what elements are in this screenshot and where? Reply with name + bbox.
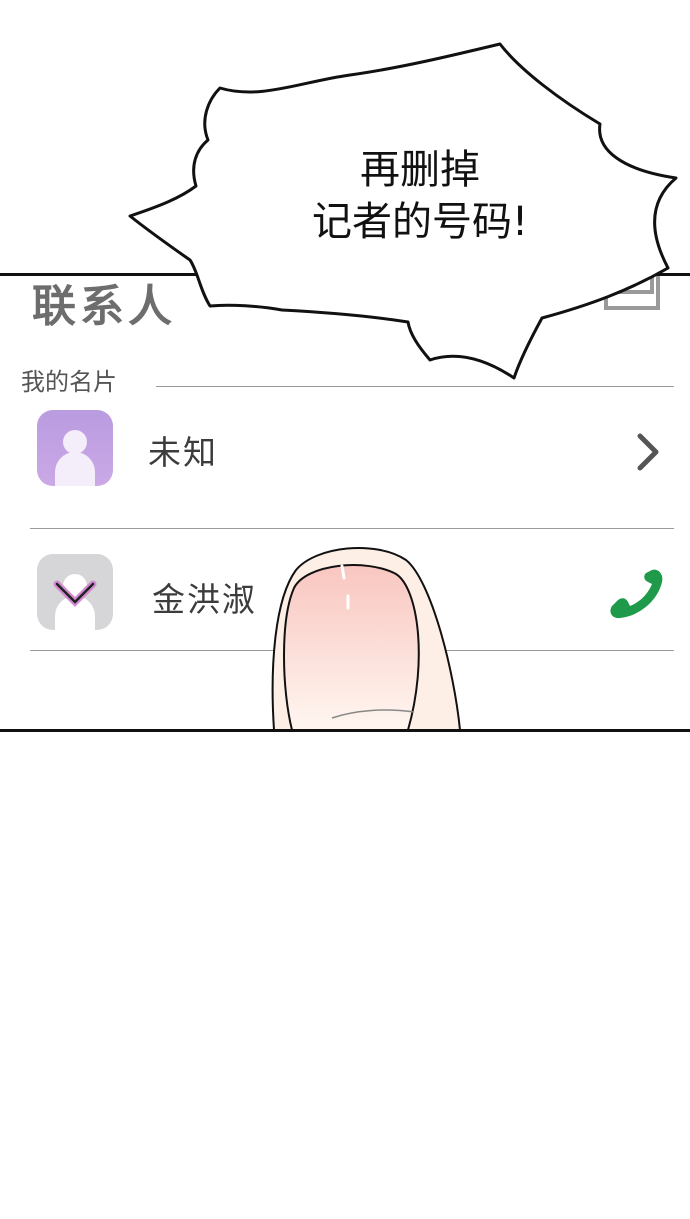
phone-icon[interactable] [608, 566, 666, 620]
chevron-right-icon[interactable] [636, 432, 660, 472]
speech-line-2: 记者的号码! [311, 199, 529, 245]
checkmark-icon [53, 580, 97, 607]
avatar-placeholder-icon [37, 410, 113, 486]
contact-row-unknown[interactable]: 未知 [30, 400, 674, 520]
row-divider [30, 528, 674, 529]
speech-bubble-text: 再删掉 记者的号码! [250, 144, 590, 248]
finger-illustration [271, 546, 462, 731]
contact-name: 未知 [148, 433, 218, 472]
avatar-placeholder-icon [37, 554, 113, 630]
speech-line-1: 再删掉 [360, 147, 480, 193]
contact-name: 金洪淑 [152, 580, 257, 619]
